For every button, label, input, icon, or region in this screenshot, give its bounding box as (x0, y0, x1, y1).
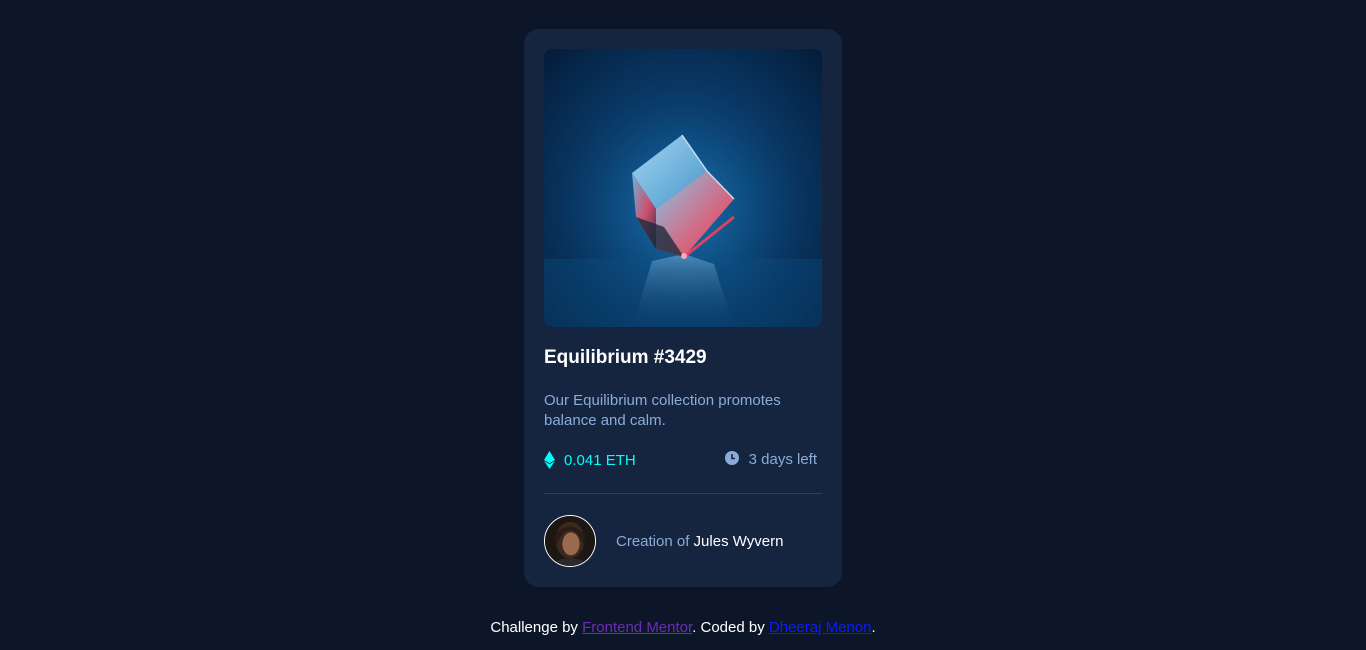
creator-name-link[interactable]: Jules Wyvern (694, 533, 784, 550)
challenge-prefix: Challenge by (490, 619, 583, 636)
creator-section: Creation of Jules Wyvern (544, 515, 783, 567)
equilibrium-cube-image (544, 49, 822, 327)
card-divider (544, 493, 822, 494)
clock-icon (724, 450, 739, 465)
creator-prefix: Creation of (616, 532, 694, 550)
nft-description: Our Equilibrium collection promotes bala… (544, 392, 781, 429)
nft-meta: 0.041 ETH 3 days left (544, 450, 822, 475)
footer-end: . (871, 619, 876, 636)
time-group: 3 days left (724, 450, 817, 468)
price-value: 0.041 ETH (564, 451, 636, 469)
author-link[interactable]: Dheeraj Menon (769, 619, 872, 636)
creator-avatar-image (545, 516, 595, 566)
time-left: 3 days left (748, 451, 817, 468)
nft-card: Equilibrium #3429 Our Equilibrium collec… (524, 29, 842, 587)
frontend-mentor-link[interactable]: Frontend Mentor (582, 619, 692, 636)
avatar (544, 515, 596, 567)
attribution-footer: Challenge by Frontend Mentor. Coded by D… (0, 619, 1366, 636)
creator-credit: Creation of Jules Wyvern (616, 533, 783, 550)
ethereum-icon (544, 451, 555, 469)
nft-title[interactable]: Equilibrium #3429 (544, 347, 707, 369)
coded-prefix: . Coded by (692, 619, 769, 636)
price-group: 0.041 ETH (544, 451, 636, 469)
nft-image[interactable] (544, 49, 822, 327)
